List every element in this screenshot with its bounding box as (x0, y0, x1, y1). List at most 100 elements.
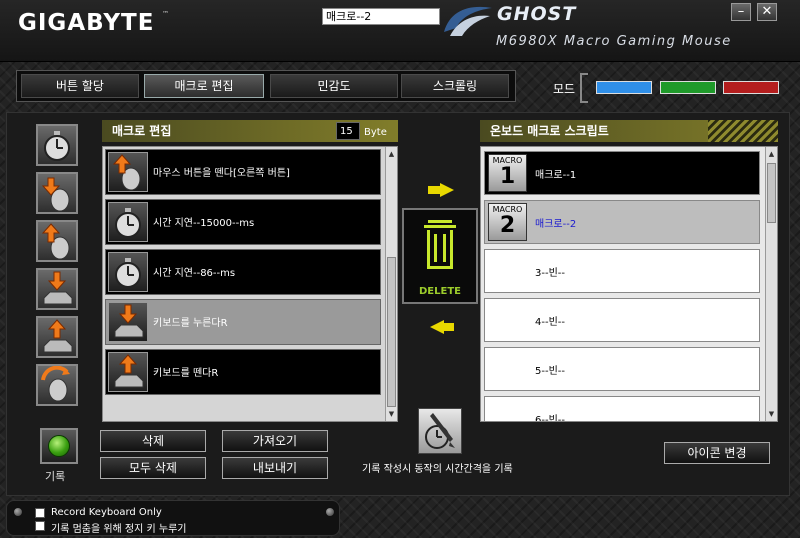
list-item[interactable]: 시간 지연--86--ms (105, 249, 381, 295)
ghost-emblem-icon (444, 6, 492, 36)
record-keyboard-only-label: Record Keyboard Only (51, 507, 162, 518)
record-indicator-icon (48, 435, 70, 457)
list-item[interactable]: 키보드를 뗀다R (105, 349, 381, 395)
macro-list-scrollbar[interactable]: ▲ ▼ (385, 147, 397, 421)
action-text: 키보드를 뗀다R (153, 368, 219, 379)
stopwatch-icon (108, 202, 148, 242)
badge-number: 1 (499, 164, 516, 189)
macro-2-badge-icon: MACRO 2 (488, 203, 527, 241)
onboard-script-list[interactable]: MACRO 1 매크로--1 MACRO 2 매크로--2 3--빈-- 4--… (480, 146, 778, 422)
minimize-button[interactable]: – (731, 3, 751, 21)
scroll-thumb[interactable] (387, 257, 396, 407)
action-text: 키보드를 누른다R (153, 318, 228, 329)
macro-1-badge-icon: MACRO 1 (488, 154, 527, 192)
scroll-up-icon[interactable]: ▲ (387, 149, 396, 159)
key-release-icon (108, 352, 148, 392)
list-item[interactable]: 3--빈-- (484, 249, 760, 293)
onboard-scripts-header: 온보드 매크로 스크립트 (480, 120, 778, 142)
list-item[interactable]: 키보드를 누른다R (105, 299, 381, 345)
insert-mouse-up-button[interactable] (36, 220, 78, 262)
screw-decoration (325, 507, 335, 517)
scroll-up-icon[interactable]: ▲ (767, 149, 776, 159)
insert-key-up-button[interactable] (36, 316, 78, 358)
byte-count: 15 (336, 122, 360, 140)
list-item[interactable]: MACRO 2 매크로--2 (484, 200, 760, 244)
key-press-icon (108, 302, 148, 342)
copy-to-editor-button[interactable] (442, 323, 454, 331)
slot-name: 4--빈-- (535, 317, 565, 328)
list-item[interactable]: 6--빈-- (484, 396, 760, 421)
mode-green-button[interactable] (660, 81, 716, 94)
mouse-down-icon (41, 177, 70, 212)
key-press-icon (43, 271, 73, 305)
record-keyboard-only-checkbox[interactable] (35, 508, 45, 518)
mouse-up-icon (108, 152, 148, 192)
list-item[interactable]: 5--빈-- (484, 347, 760, 391)
recording-options: Record Keyboard Only 기록 멈춤을 위해 정지 키 누루기 (6, 500, 340, 536)
byte-unit: Byte (364, 127, 387, 138)
stopwatch-icon (108, 252, 148, 292)
delete-label: DELETE (419, 286, 461, 297)
record-label: 기록 (45, 470, 66, 483)
insert-mouse-down-button[interactable] (36, 172, 78, 214)
scroll-down-icon[interactable]: ▼ (767, 409, 776, 419)
insert-mouse-move-button[interactable] (36, 364, 78, 406)
delete-slot-button[interactable]: DELETE (402, 208, 478, 304)
mode-blue-button[interactable] (596, 81, 652, 94)
slot-name: 매크로--1 (535, 170, 577, 181)
list-item[interactable]: 시간 지연--15000--ms (105, 199, 381, 245)
action-text: 마우스 버튼을 뗀다[오른쪽 버튼] (153, 168, 290, 179)
mode-bracket (580, 73, 588, 103)
list-item[interactable]: MACRO 1 매크로--1 (484, 151, 760, 195)
import-button[interactable]: 가져오기 (222, 430, 328, 452)
clock-pen-icon (425, 413, 455, 449)
onboard-scripts-title: 온보드 매크로 스크립트 (490, 124, 609, 138)
export-button[interactable]: 내보내기 (222, 457, 328, 479)
macro-action-list[interactable]: 마우스 버튼을 뗀다[오른쪽 버튼] 시간 지연--15000--ms 시간 지… (102, 146, 398, 422)
copy-to-onboard-button[interactable] (428, 186, 440, 194)
arrow-right-icon[interactable] (440, 183, 454, 197)
badge-number: 2 (499, 213, 516, 238)
slot-name: 3--빈-- (535, 268, 565, 279)
brand-logo: GIGABYTE (18, 10, 155, 36)
tab-scrolling[interactable]: 스크롤링 (401, 74, 509, 98)
tab-bar: 버튼 할당 매크로 편집 민감도 스크롤링 (16, 70, 516, 102)
record-button[interactable] (40, 428, 78, 464)
insert-key-down-button[interactable] (36, 268, 78, 310)
macro-edit-title: 매크로 편집 (112, 124, 172, 138)
list-item[interactable]: 마우스 버튼을 뗀다[오른쪽 버튼] (105, 149, 381, 195)
action-text: 시간 지연--15000--ms (153, 218, 255, 229)
mouse-up-icon (41, 223, 70, 260)
delete-button[interactable]: 삭제 (100, 430, 206, 452)
tab-button-assign[interactable]: 버튼 할당 (21, 74, 139, 98)
mode-red-button[interactable] (723, 81, 779, 94)
onboard-list-scrollbar[interactable]: ▲ ▼ (765, 147, 777, 421)
record-timing-caption: 기록 작성시 동작의 시간간격을 기록 (362, 464, 513, 475)
change-icon-button[interactable]: 아이콘 변경 (664, 442, 770, 464)
scroll-down-icon[interactable]: ▼ (387, 409, 396, 419)
stop-key-label: 기록 멈춤을 위해 정지 키 누루기 (51, 524, 187, 535)
header-hatch (708, 120, 778, 142)
product-subtitle: M6980X Macro Gaming Mouse (496, 34, 732, 49)
profile-name-field[interactable]: 매크로--2 (322, 8, 440, 25)
action-text: 시간 지연--86--ms (153, 268, 236, 279)
title-bar: GIGABYTE ™ 매크로--2 GHOST M6980X Macro Gam… (0, 0, 800, 62)
close-button[interactable]: ✕ (757, 3, 777, 21)
trash-icon (424, 220, 456, 269)
record-timing-button[interactable] (418, 408, 462, 454)
slot-name: 매크로--2 (535, 219, 577, 230)
stop-key-checkbox[interactable] (35, 521, 45, 531)
tab-sensitivity[interactable]: 민감도 (270, 74, 398, 98)
stopwatch-icon (44, 131, 70, 161)
mode-label: 모드 (553, 82, 576, 96)
delete-all-button[interactable]: 모두 삭제 (100, 457, 206, 479)
tab-macro-edit[interactable]: 매크로 편집 (144, 74, 264, 98)
list-item[interactable]: 4--빈-- (484, 298, 760, 342)
slot-name: 5--빈-- (535, 366, 565, 377)
mouse-move-icon (41, 365, 70, 402)
key-release-icon (43, 319, 73, 353)
insert-delay-button[interactable] (36, 124, 78, 166)
trademark-mark: ™ (162, 10, 169, 18)
product-logo: GHOST (497, 3, 577, 25)
scroll-thumb[interactable] (767, 163, 776, 223)
